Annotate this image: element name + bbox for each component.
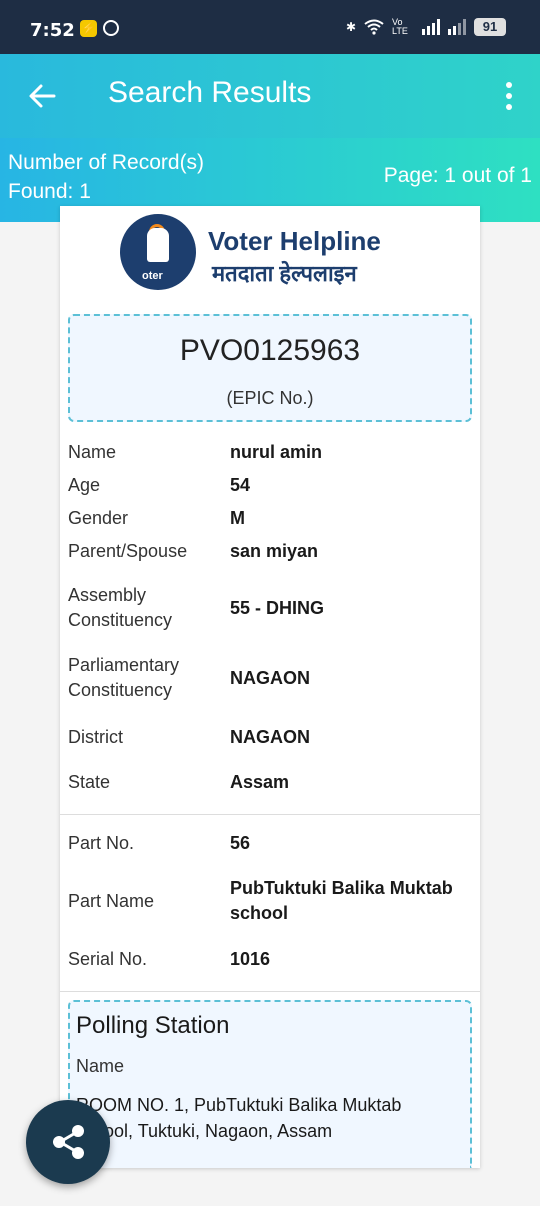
record-count-label: Number of Record(s) bbox=[8, 151, 205, 174]
state-value: Assam bbox=[230, 772, 290, 792]
name-value: nurul amin bbox=[230, 442, 323, 462]
signal-icon-2 bbox=[448, 19, 466, 35]
brand-name-hi: मतदाता हेल्पलाइन bbox=[212, 261, 357, 286]
hand-icon bbox=[147, 228, 169, 262]
assembly-constituency-value: 55 - DHING bbox=[230, 598, 325, 618]
logo-word: oter bbox=[142, 270, 163, 282]
page-title: Search Results bbox=[108, 76, 312, 109]
back-arrow-icon[interactable] bbox=[26, 80, 58, 112]
state-label: State bbox=[68, 772, 111, 792]
polling-address: ROOM NO. 1, PubTuktuki Balika Muktab sch… bbox=[76, 1095, 402, 1141]
gender-label: Gender bbox=[68, 508, 129, 528]
record-count-found: Found: 1 bbox=[8, 180, 91, 203]
district-label: District bbox=[68, 727, 123, 747]
bluetooth-icon: ✱ bbox=[345, 20, 356, 34]
polling-station-title: Polling Station bbox=[76, 1012, 230, 1039]
name-label: Name bbox=[68, 442, 117, 462]
polling-station-box: Polling Station Name ROOM NO. 1, PubTukt… bbox=[68, 1000, 472, 1168]
parent-spouse-label: Parent/Spouse bbox=[68, 541, 188, 561]
signal-icon bbox=[422, 19, 440, 35]
flash-app-icon: ⚡ bbox=[80, 20, 97, 37]
epic-label: (EPIC No.) bbox=[226, 388, 314, 408]
battery-indicator: 91 bbox=[474, 18, 506, 36]
section-divider bbox=[60, 814, 480, 815]
page-info: Page: 1 out of 1 bbox=[383, 164, 532, 187]
epic-number: PVO0125963 bbox=[179, 334, 361, 367]
record-count: Number of Record(s) Found: 1 bbox=[8, 148, 204, 206]
parliamentary-constituency-value: NAGAON bbox=[230, 668, 310, 688]
parent-spouse-value: san miyan bbox=[230, 541, 319, 561]
status-time: 7:52 bbox=[30, 20, 75, 41]
polling-name-label: Name bbox=[76, 1056, 125, 1076]
age-value: 54 bbox=[230, 475, 251, 495]
app-bar: Search Results bbox=[0, 54, 540, 138]
voter-helpline-logo: oter bbox=[120, 214, 196, 290]
voter-card: oter Voter Helpline मतदाता हेल्पलाइन PVO… bbox=[60, 206, 480, 1168]
wifi-icon bbox=[364, 19, 384, 35]
serial-no-value: 1016 bbox=[230, 949, 271, 969]
gender-value: M bbox=[230, 508, 245, 528]
status-bar: 7:52 ⚡ ✱ Vo LTE 91 bbox=[0, 0, 540, 54]
volte-label: Vo LTE bbox=[392, 17, 408, 36]
status-right: ✱ Vo LTE 91 bbox=[346, 18, 506, 36]
share-button[interactable] bbox=[26, 1100, 110, 1184]
part-name-label: Part Name bbox=[68, 891, 155, 911]
parliamentary-constituency-label: Parliamentary Constituency bbox=[68, 655, 180, 700]
part-name-value: PubTuktuki Balika Muktab school bbox=[230, 878, 453, 923]
part-no-value: 56 bbox=[230, 833, 251, 853]
part-no-label: Part No. bbox=[68, 833, 135, 853]
age-label: Age bbox=[68, 475, 101, 495]
assembly-constituency-label: Assembly Constituency bbox=[68, 585, 173, 630]
section-divider-2 bbox=[60, 991, 480, 992]
whatsapp-icon bbox=[103, 20, 119, 36]
brand-name-en: Voter Helpline bbox=[208, 226, 381, 256]
share-icon bbox=[53, 1125, 84, 1159]
epic-box: PVO0125963 (EPIC No.) bbox=[68, 314, 472, 422]
district-value: NAGAON bbox=[230, 727, 310, 747]
notification-icons: ⚡ bbox=[80, 20, 119, 37]
more-options-icon[interactable] bbox=[504, 82, 514, 110]
serial-no-label: Serial No. bbox=[68, 949, 148, 969]
